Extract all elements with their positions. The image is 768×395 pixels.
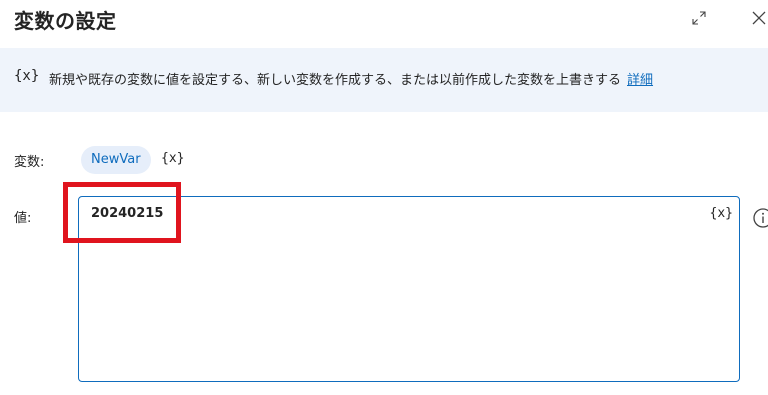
insert-variable-button[interactable]: {x} [710, 206, 733, 221]
value-label: 値: [14, 211, 32, 226]
variable-picker-button[interactable]: {x} [161, 151, 184, 166]
annotation-highlight-box [63, 182, 181, 243]
info-icon[interactable] [752, 207, 768, 229]
expand-icon[interactable] [692, 11, 706, 25]
variable-name-chip[interactable]: NewVar [81, 146, 151, 174]
close-icon[interactable] [750, 9, 768, 27]
variable-icon: {x} [14, 68, 40, 84]
details-link[interactable]: 詳細 [627, 73, 653, 88]
banner-text: 新規や既存の変数に値を設定する、新しい変数を作成する、または以前作成した変数を上… [49, 69, 653, 88]
banner-description: 新規や既存の変数に値を設定する、新しい変数を作成する、または以前作成した変数を上… [49, 73, 622, 88]
dialog-title: 変数の設定 [14, 9, 117, 33]
variable-label: 変数: [14, 155, 45, 170]
info-banner: {x} 新規や既存の変数に値を設定する、新しい変数を作成する、または以前作成した… [0, 48, 768, 112]
